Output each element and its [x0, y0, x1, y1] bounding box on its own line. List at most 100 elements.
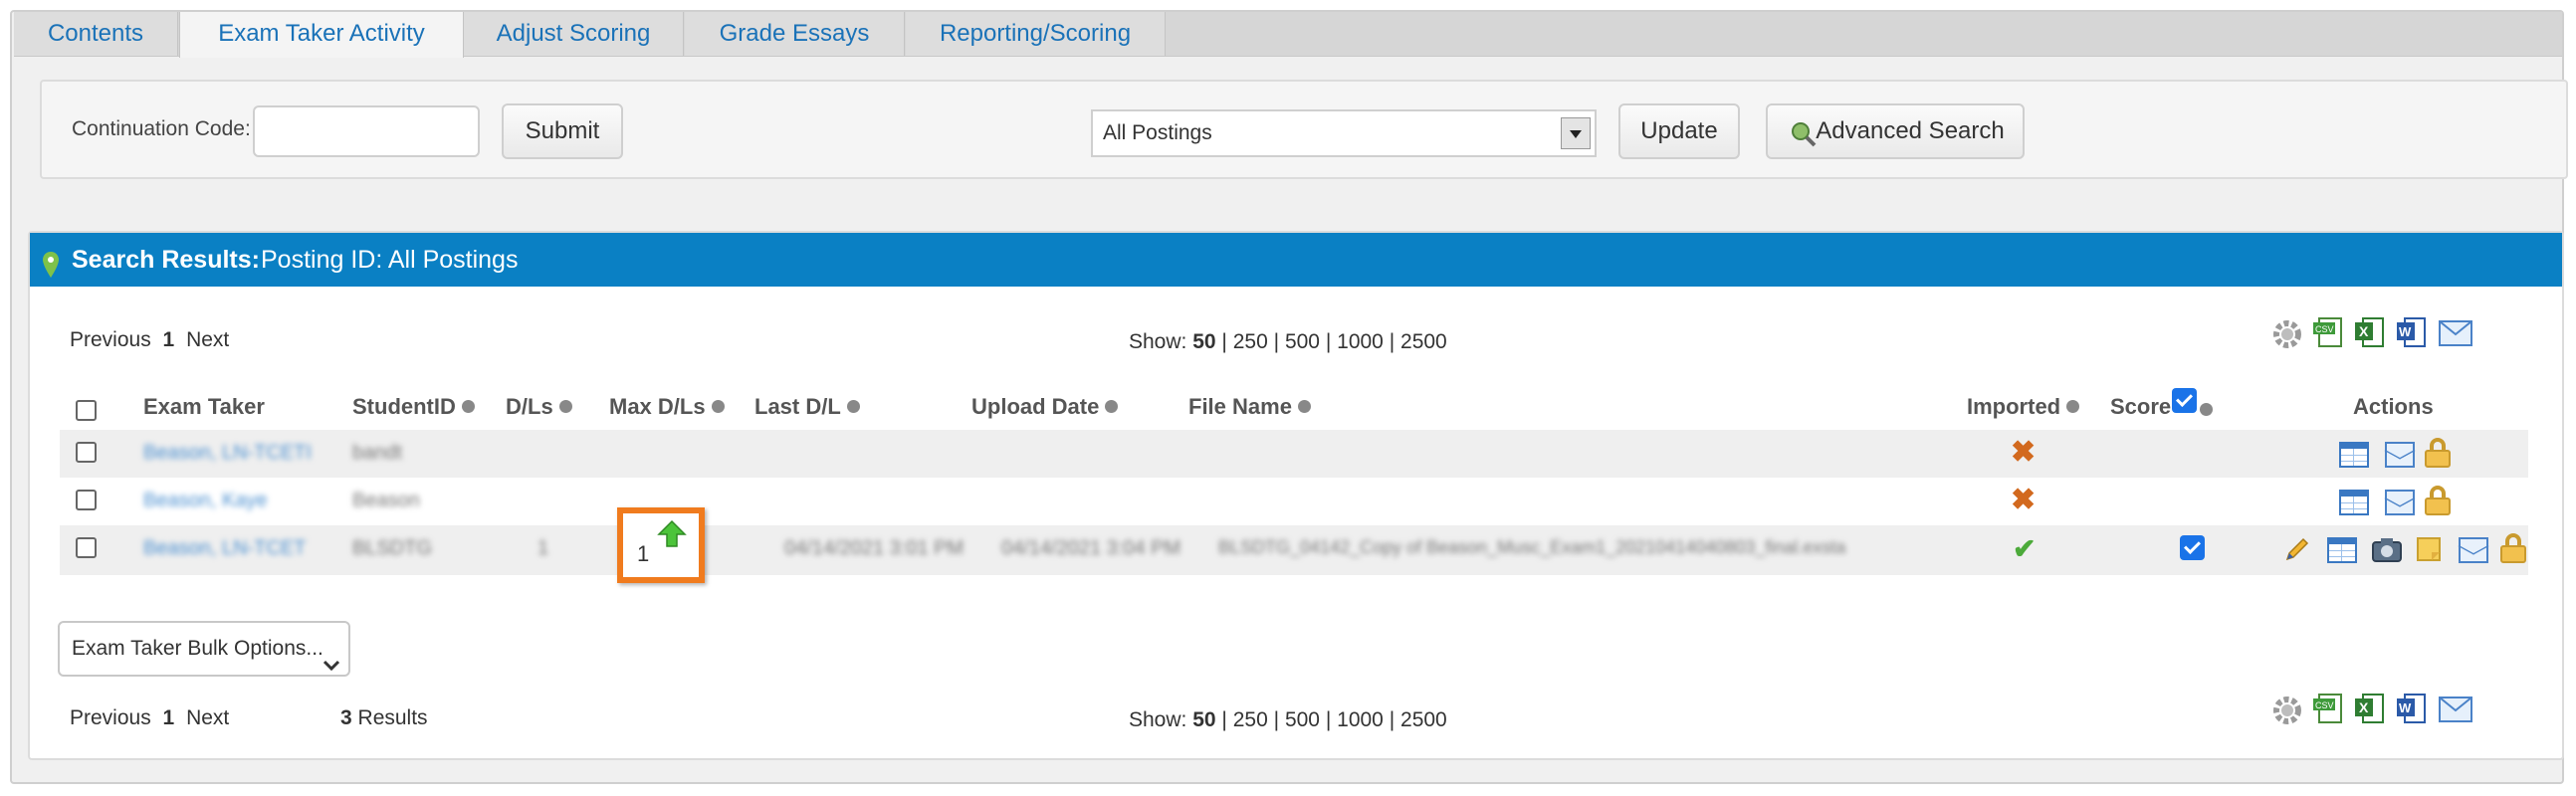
- show-option-2500[interactable]: 2500: [1400, 708, 1447, 731]
- excel-icon[interactable]: X: [2355, 691, 2387, 729]
- chevron-down-icon: [322, 641, 340, 693]
- tab-adjust-scoring[interactable]: Adjust Scoring: [464, 12, 684, 56]
- score-all-checkbox[interactable]: [2172, 388, 2197, 413]
- col-last-dl[interactable]: Last D/L: [754, 394, 860, 420]
- current-page: 1: [162, 706, 175, 729]
- sort-icon[interactable]: [1105, 399, 1119, 413]
- excel-icon[interactable]: X: [2355, 314, 2387, 353]
- sort-icon[interactable]: [2200, 403, 2213, 416]
- sort-icon[interactable]: [711, 399, 725, 413]
- tab-grade-essays[interactable]: Grade Essays: [685, 12, 905, 56]
- camera-icon[interactable]: [2371, 535, 2403, 568]
- arrow-up-icon[interactable]: [657, 519, 687, 554]
- mail-icon[interactable]: [2459, 537, 2488, 563]
- not-imported-icon: ✖: [2011, 436, 2037, 469]
- score-checkbox[interactable]: [2180, 535, 2205, 560]
- csv-icon[interactable]: CSV: [2313, 314, 2345, 353]
- table-icon[interactable]: [2327, 537, 2357, 563]
- exam-taker-link[interactable]: Beason, LN-TCET: [143, 537, 306, 560]
- pencil-icon[interactable]: [2283, 535, 2311, 568]
- col-student-id[interactable]: StudentID: [352, 394, 475, 420]
- previous-link[interactable]: Previous: [70, 706, 151, 729]
- last-dl: 04/14/2021 3:01 PM: [784, 537, 965, 559]
- show-option-250[interactable]: 250: [1233, 708, 1268, 731]
- col-max-dls[interactable]: Max D/Ls: [609, 394, 725, 420]
- lock-icon[interactable]: [2500, 533, 2526, 563]
- posting-select[interactable]: All Postings: [1091, 109, 1597, 157]
- show-option-2500[interactable]: 2500: [1400, 330, 1447, 353]
- word-icon[interactable]: W: [2397, 691, 2429, 729]
- exam-taker-link[interactable]: Beason, Kaye: [143, 490, 268, 512]
- submit-button[interactable]: Submit: [502, 103, 623, 159]
- continuation-code-input[interactable]: [253, 105, 480, 157]
- show-option-500[interactable]: 500: [1285, 708, 1320, 731]
- lock-icon[interactable]: [2425, 438, 2451, 468]
- select-all-checkbox[interactable]: [76, 400, 97, 421]
- table-icon[interactable]: [2339, 442, 2369, 468]
- search-toolbar: Continuation Code: Submit All Postings U…: [40, 80, 2568, 179]
- table-icon[interactable]: [2339, 490, 2369, 515]
- tab-reporting-scoring[interactable]: Reporting/Scoring: [906, 12, 1166, 56]
- col-last-dl-label: Last D/L: [754, 394, 841, 419]
- table-header: Exam Taker StudentID D/Ls Max D/Ls Last …: [30, 388, 2562, 424]
- table-row: Beason, Kaye Beason ✖: [60, 478, 2528, 525]
- col-imported[interactable]: Imported: [1967, 394, 2080, 420]
- row-checkbox[interactable]: [76, 442, 97, 463]
- mail-icon[interactable]: [2385, 490, 2415, 515]
- mail-icon[interactable]: [2439, 696, 2472, 727]
- tab-contents[interactable]: Contents: [14, 12, 178, 56]
- col-upload-date[interactable]: Upload Date: [971, 394, 1119, 420]
- advanced-search-icon: [1790, 115, 1818, 167]
- gear-icon[interactable]: [2271, 695, 2303, 731]
- row-checkbox[interactable]: [76, 537, 97, 558]
- show-option-1000[interactable]: 1000: [1337, 330, 1384, 353]
- gear-icon[interactable]: [2271, 318, 2303, 355]
- result-count-label: Results: [357, 706, 428, 729]
- svg-text:CSV: CSV: [2315, 324, 2334, 334]
- sort-icon[interactable]: [558, 399, 572, 413]
- col-file-name[interactable]: File Name: [1188, 394, 1311, 420]
- result-count-value: 3: [340, 706, 352, 729]
- sort-icon[interactable]: [1297, 399, 1311, 413]
- show-option-50[interactable]: 50: [1192, 330, 1215, 353]
- svg-text:X: X: [2359, 323, 2369, 339]
- col-score[interactable]: Score: [2110, 394, 2171, 420]
- show-option-50[interactable]: 50: [1192, 708, 1215, 731]
- separator: |: [1221, 330, 1227, 353]
- chevron-down-icon[interactable]: [1561, 117, 1591, 149]
- word-icon[interactable]: W: [2397, 314, 2429, 353]
- next-link[interactable]: Next: [186, 328, 229, 351]
- mail-icon[interactable]: [2439, 320, 2472, 351]
- tab-exam-taker-activity[interactable]: Exam Taker Activity: [179, 12, 464, 58]
- next-link[interactable]: Next: [186, 706, 229, 729]
- exam-taker-link[interactable]: Beason, LN-TCETI: [143, 442, 312, 465]
- sort-icon[interactable]: [461, 399, 475, 413]
- row-checkbox[interactable]: [76, 490, 97, 510]
- student-id: bandt: [352, 442, 403, 464]
- results-header: Search Results: Posting ID: All Postings: [30, 233, 2562, 287]
- table-row: Beason, LN-TCETI bandt ✖: [60, 430, 2528, 478]
- lock-icon[interactable]: [2425, 486, 2451, 515]
- col-dls[interactable]: D/Ls: [506, 394, 572, 420]
- not-imported-icon: ✖: [2011, 484, 2037, 516]
- mail-icon[interactable]: [2385, 442, 2415, 468]
- separator: |: [1273, 708, 1280, 731]
- show-option-250[interactable]: 250: [1233, 330, 1268, 353]
- svg-text:X: X: [2359, 699, 2369, 715]
- note-icon[interactable]: [2415, 535, 2443, 568]
- show-option-500[interactable]: 500: [1285, 330, 1320, 353]
- advanced-search-button[interactable]: Advanced Search: [1766, 103, 2025, 159]
- bulk-options-select[interactable]: Exam Taker Bulk Options...: [58, 621, 350, 677]
- bulk-options-value: Exam Taker Bulk Options...: [72, 637, 323, 660]
- previous-link[interactable]: Previous: [70, 328, 151, 351]
- csv-icon[interactable]: CSV: [2313, 691, 2345, 729]
- sort-icon[interactable]: [846, 399, 860, 413]
- col-exam-taker[interactable]: Exam Taker: [143, 394, 265, 420]
- col-score-label: Score: [2110, 394, 2172, 419]
- sort-icon[interactable]: [2066, 399, 2080, 413]
- update-button[interactable]: Update: [1618, 103, 1740, 159]
- separator: |: [1325, 330, 1332, 353]
- show-label: Show:: [1129, 708, 1187, 731]
- advanced-search-label: Advanced Search: [1816, 117, 2005, 144]
- show-option-1000[interactable]: 1000: [1337, 708, 1384, 731]
